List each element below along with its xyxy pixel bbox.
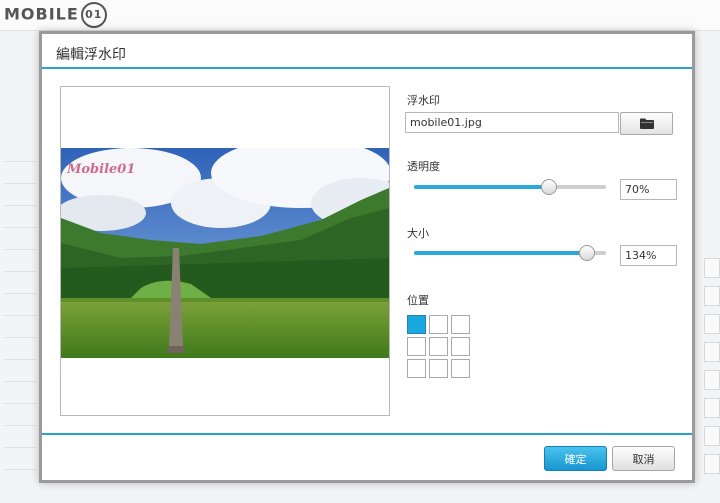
folder-icon [639, 118, 654, 129]
opacity-slider[interactable] [414, 179, 606, 195]
background-right-column [700, 250, 720, 500]
background-left-column [0, 140, 40, 480]
size-value-field[interactable]: 134% [620, 245, 677, 266]
watermark-file-input[interactable]: mobile01.jpg [405, 112, 619, 133]
slider-handle[interactable] [541, 179, 558, 195]
watermark-label: 浮水印 [407, 94, 440, 107]
cancel-button[interactable]: 取消 [612, 446, 675, 471]
slider-fill [414, 185, 549, 189]
site-logo: MOBILE 01 [4, 2, 107, 28]
position-bottom-left[interactable] [407, 359, 426, 378]
slider-fill [414, 251, 586, 255]
position-top-left[interactable] [407, 315, 426, 334]
opacity-label: 透明度 [407, 160, 440, 173]
preview-photo: Mobile01 [61, 148, 389, 358]
opacity-value-field[interactable]: 70% [620, 179, 677, 200]
position-bottom-right[interactable] [451, 359, 470, 378]
slider-handle[interactable] [578, 245, 595, 261]
logo-badge: 01 [80, 2, 107, 28]
position-label: 位置 [407, 294, 429, 307]
footer-divider [42, 433, 692, 435]
position-center[interactable] [429, 337, 448, 356]
title-divider [42, 67, 692, 69]
watermark-overlay: Mobile01 [67, 162, 136, 177]
edit-watermark-dialog: 編輯浮水印 Mobile01 浮水印 mobile01.jpg 透明度 70% … [39, 31, 695, 483]
size-slider[interactable] [414, 245, 606, 261]
position-bottom-center[interactable] [429, 359, 448, 378]
browse-folder-button[interactable] [620, 112, 673, 135]
landscape-photo-image [61, 148, 389, 358]
position-top-center[interactable] [429, 315, 448, 334]
position-grid [407, 315, 470, 378]
position-middle-right[interactable] [451, 337, 470, 356]
watermark-preview: Mobile01 [60, 86, 390, 416]
confirm-button[interactable]: 確定 [544, 446, 607, 471]
background-header: MOBILE 01 [0, 0, 720, 31]
position-middle-left[interactable] [407, 337, 426, 356]
size-label: 大小 [407, 227, 429, 240]
dialog-title: 編輯浮水印 [56, 47, 126, 63]
position-top-right[interactable] [451, 315, 470, 334]
